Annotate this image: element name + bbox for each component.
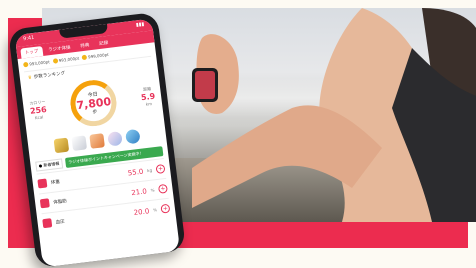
coin-icon bbox=[81, 54, 88, 61]
distance-unit: km bbox=[145, 101, 153, 107]
coin-icon bbox=[22, 61, 29, 68]
steps-ring: 今日 7,800 歩 bbox=[68, 77, 120, 129]
earth-gem-icon bbox=[125, 128, 141, 145]
point-item: 999,000pt bbox=[81, 52, 109, 61]
point-item: 993,000pt bbox=[52, 56, 79, 64]
diamond-gem-icon bbox=[71, 135, 88, 151]
record-label: 血圧 bbox=[55, 219, 66, 226]
woman-checking-smartwatch bbox=[192, 8, 476, 222]
calorie-unit: Kcal bbox=[34, 114, 44, 121]
smartphone: 9:41 ▮▮▮ トップ ラジオ体操 特典 記録 993,000pt 993,0… bbox=[7, 11, 187, 268]
add-icon[interactable]: + bbox=[155, 163, 166, 174]
tab-benefits[interactable]: 特典 bbox=[76, 40, 94, 52]
coin-icon bbox=[52, 58, 59, 64]
steps-unit: 歩 bbox=[92, 109, 98, 116]
record-value: 21.0 bbox=[130, 186, 148, 197]
crown-icon: ♛ bbox=[27, 74, 33, 81]
scale-icon bbox=[37, 178, 48, 189]
record-value: 55.0 bbox=[127, 167, 144, 177]
record-unit: % bbox=[150, 187, 155, 193]
news-badge: ● 新着情報 bbox=[35, 158, 63, 172]
record-unit: % bbox=[152, 207, 158, 213]
app-screen: 9:41 ▮▮▮ トップ ラジオ体操 特典 記録 993,000pt 993,0… bbox=[14, 18, 181, 268]
gold-gem-icon bbox=[53, 137, 70, 154]
tab-records[interactable]: 記録 bbox=[95, 37, 113, 49]
calorie-stat: カロリー 256 Kcal bbox=[29, 99, 48, 121]
point-item: 993,000pt bbox=[22, 59, 50, 68]
orange-gem-icon bbox=[89, 133, 105, 149]
pearl-gem-icon bbox=[107, 130, 123, 147]
record-label: 体重 bbox=[50, 179, 61, 186]
record-unit: kg bbox=[146, 167, 153, 174]
battery-icon: ▮▮▮ bbox=[135, 21, 145, 29]
add-icon[interactable]: + bbox=[160, 203, 171, 214]
blood-pressure-icon bbox=[42, 218, 53, 229]
body-fat-icon bbox=[39, 198, 50, 209]
distance-stat: 距離 5.9 km bbox=[140, 86, 157, 108]
record-label: 体脂肪 bbox=[53, 198, 68, 206]
status-time: 9:41 bbox=[22, 34, 35, 43]
record-value: 20.0 bbox=[133, 206, 150, 217]
add-icon[interactable]: + bbox=[157, 183, 168, 194]
ranking-title: 歩数ランキング bbox=[33, 71, 66, 81]
